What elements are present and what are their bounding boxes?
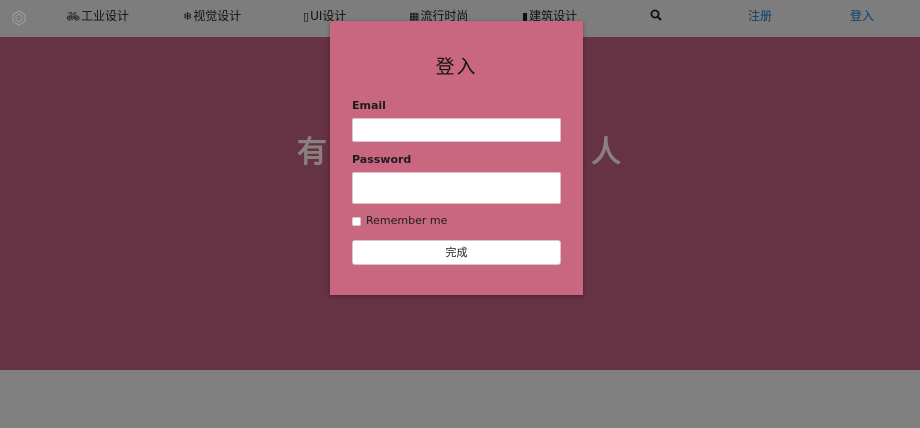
modal-title: 登入 [435,56,478,78]
nav-item-industrial-design[interactable]: 🚲︎工业设计 [66,0,129,32]
remember-me-checkbox[interactable] [352,217,361,226]
search-icon[interactable] [650,9,662,21]
hexagon-logo-icon[interactable] [11,10,27,26]
nav-item-label: 视觉设计 [193,9,242,23]
nav-item-label: 工业设计 [80,9,129,23]
password-field[interactable] [352,172,561,204]
register-link[interactable]: 注册 [748,0,772,32]
hero-title-right: 人 [591,135,623,170]
mobile-icon: ▯ [303,10,310,23]
hero-title-left: 有 [297,135,329,170]
login-modal: 登入 Email Password Remember me 完成 [330,21,583,295]
nav-item-visual-design[interactable]: ❄视觉设计 [183,0,241,32]
remember-me-label[interactable]: Remember me [366,214,447,227]
login-link[interactable]: 登入 [850,0,874,32]
submit-button[interactable]: 完成 [352,240,561,265]
email-field[interactable] [352,118,561,142]
snowflake-icon: ❄ [183,10,193,23]
password-label: Password [352,153,412,166]
bicycle-icon: 🚲︎ [66,10,80,23]
email-label: Email [352,99,386,112]
